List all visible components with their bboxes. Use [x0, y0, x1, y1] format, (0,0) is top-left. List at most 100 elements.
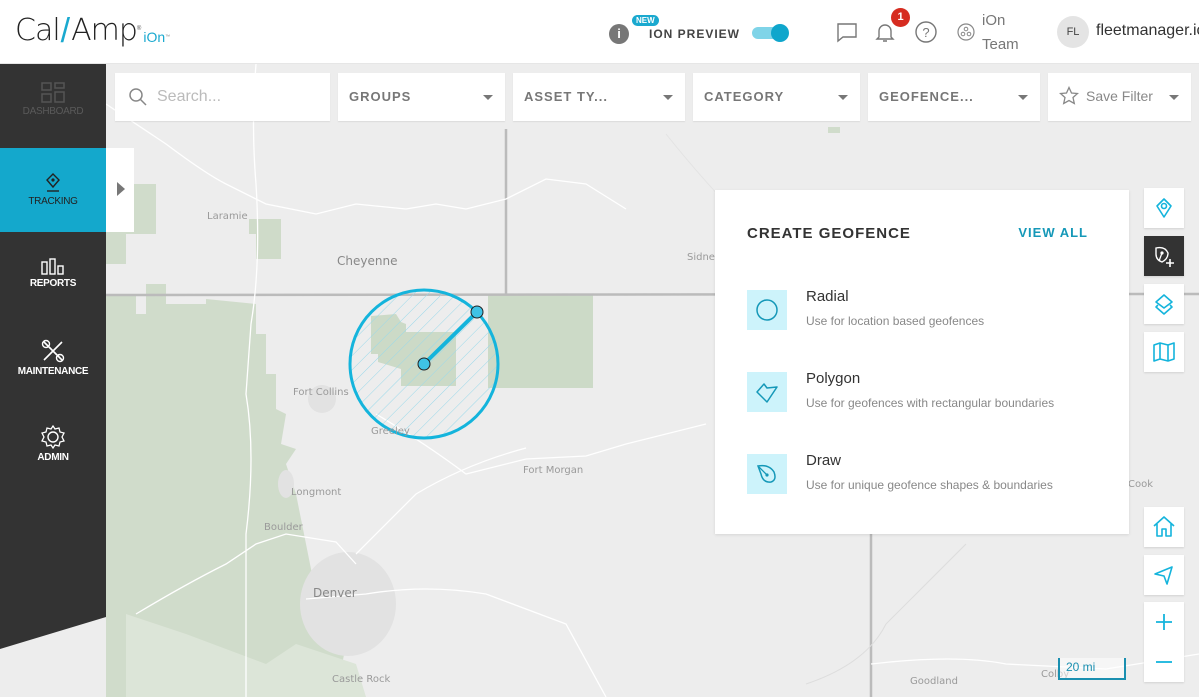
sidebar-item-label: TRACKING: [28, 196, 78, 207]
map-type-button[interactable]: [1144, 332, 1184, 372]
sidebar-item-admin[interactable]: ADMIN: [0, 424, 106, 463]
groups-dropdown[interactable]: GROUPS: [338, 73, 505, 121]
search-input[interactable]: Search...: [115, 73, 330, 121]
sidebar-item-dashboard[interactable]: DASHBOARD: [0, 82, 106, 117]
caret-down-icon: [663, 95, 673, 100]
navigate-button[interactable]: [1144, 555, 1184, 595]
messages-icon[interactable]: [835, 20, 859, 44]
create-geofence-panel: CREATE GEOFENCE VIEW ALL Radial Use for …: [715, 190, 1129, 534]
map-label-fort-collins: Fort Collins: [293, 387, 349, 398]
user-name[interactable]: fleetmanager.io: [1096, 22, 1199, 40]
tools-icon: [41, 339, 65, 363]
category-dropdown[interactable]: CATEGORY: [693, 73, 860, 121]
notification-count-badge: 1: [891, 8, 910, 27]
map-label-greeley: Greeley: [371, 426, 410, 437]
circle-icon: [747, 290, 787, 330]
zoom-controls: [1144, 602, 1184, 682]
sidebar-item-label: MAINTENANCE: [17, 366, 89, 377]
dropdown-label: CATEGORY: [704, 89, 785, 104]
dashboard-icon: [41, 82, 65, 103]
layers-button[interactable]: [1144, 284, 1184, 324]
home-icon: [1153, 516, 1175, 537]
navigate-icon: [1154, 566, 1173, 585]
geofence-option-draw[interactable]: Draw Use for unique geofence shapes & bo…: [747, 452, 1107, 496]
dropdown-label: GROUPS: [349, 89, 412, 104]
logo-tm: ™: [165, 34, 171, 40]
team-selector[interactable]: iOn Team: [982, 9, 1019, 57]
search-placeholder: Search...: [157, 88, 222, 105]
sidebar-item-reports[interactable]: REPORTS: [0, 258, 106, 289]
geofence-radius-handle[interactable]: [470, 305, 484, 319]
team-name-line1: iOn: [982, 12, 1006, 29]
sidebar-item-label: DASHBOARD: [22, 106, 84, 117]
ion-preview-label: ION PREVIEW: [649, 27, 741, 41]
team-name-line2: Team: [982, 36, 1019, 53]
sidebar-decoration: [0, 617, 106, 697]
dropdown-label: ASSET TY...: [524, 89, 608, 104]
view-all-link[interactable]: VIEW ALL: [1018, 225, 1088, 240]
home-button[interactable]: [1144, 507, 1184, 547]
user-avatar[interactable]: FL: [1057, 16, 1089, 48]
help-icon[interactable]: ?: [914, 20, 938, 44]
create-geofence-icon: [1155, 246, 1174, 267]
polygon-icon: [747, 372, 787, 412]
zoom-out-button[interactable]: [1144, 642, 1184, 682]
logo-text-cal: Cal: [15, 13, 61, 48]
option-title: Draw: [806, 452, 842, 469]
option-description: Use for geofences with rectangular bound…: [806, 396, 1055, 410]
map-label-castle-rock: Castle Rock: [332, 674, 391, 685]
asset-type-dropdown[interactable]: ASSET TY...: [513, 73, 685, 121]
map-label-boulder: Boulder: [264, 522, 303, 533]
info-icon[interactable]: i: [609, 24, 629, 44]
map-label-longmont: Longmont: [291, 487, 342, 498]
sidebar-item-maintenance[interactable]: MAINTENANCE: [0, 338, 106, 377]
location-pin-icon: [46, 173, 60, 192]
bar-chart-icon: [41, 258, 64, 275]
zoom-in-button[interactable]: [1144, 602, 1184, 642]
ion-preview-toggle[interactable]: [752, 24, 790, 42]
urban-area: [300, 552, 396, 656]
geofence-dropdown[interactable]: GEOFENCE...: [868, 73, 1040, 121]
caret-down-icon: [1018, 95, 1028, 100]
logo-text-amp: Amp: [71, 13, 138, 48]
forest-area: [106, 364, 166, 584]
svg-text:?: ?: [922, 25, 929, 40]
map-label-denver: Denver: [313, 586, 357, 600]
map-icon: [1153, 342, 1175, 362]
zoom-in-icon: [1156, 614, 1172, 630]
create-geofence-button[interactable]: [1144, 236, 1184, 276]
save-filter-label: Save Filter: [1086, 88, 1153, 104]
team-icon[interactable]: [956, 22, 980, 46]
logo-slash: /: [60, 12, 71, 50]
sidebar-item-tracking[interactable]: TRACKING: [0, 148, 106, 232]
search-icon: [129, 88, 147, 106]
geofence-option-polygon[interactable]: Polygon Use for geofences with rectangul…: [747, 370, 1107, 414]
caret-down-icon: [1169, 95, 1179, 100]
sidebar: DASHBOARD TRACKING REPORTS MAINTENANCE A…: [0, 64, 106, 697]
expand-panel-button[interactable]: [106, 148, 134, 232]
map-label-cheyenne: Cheyenne: [337, 254, 398, 268]
layers-icon: [1155, 294, 1173, 315]
road: [355, 447, 527, 555]
logo-ion: iOn: [143, 29, 166, 45]
option-title: Radial: [806, 288, 849, 305]
geofence-center-handle[interactable]: [417, 357, 431, 371]
map-scale: 20 mi: [1058, 658, 1126, 680]
dropdown-label: GEOFENCE...: [879, 89, 974, 104]
zoom-out-icon: [1156, 661, 1172, 663]
option-title: Polygon: [806, 370, 861, 387]
locate-asset-button[interactable]: [1144, 188, 1184, 228]
geofence-option-radial[interactable]: Radial Use for location based geofences: [747, 288, 1107, 332]
new-badge: NEW: [632, 15, 659, 26]
logo-registered: ®: [136, 26, 142, 32]
caret-down-icon: [483, 95, 493, 100]
map-label-partial: Cook: [1128, 479, 1154, 490]
draw-pen-icon: [747, 454, 787, 494]
map-label-laramie: Laramie: [207, 211, 248, 222]
sidebar-item-label: ADMIN: [37, 452, 69, 463]
calamp-logo[interactable]: Cal / Amp ® iOn ™: [15, 12, 170, 50]
save-filter-dropdown[interactable]: Save Filter: [1048, 73, 1191, 121]
toggle-knob: [771, 24, 789, 42]
gear-icon: [41, 424, 65, 450]
map-label-fort-morgan: Fort Morgan: [523, 465, 584, 476]
